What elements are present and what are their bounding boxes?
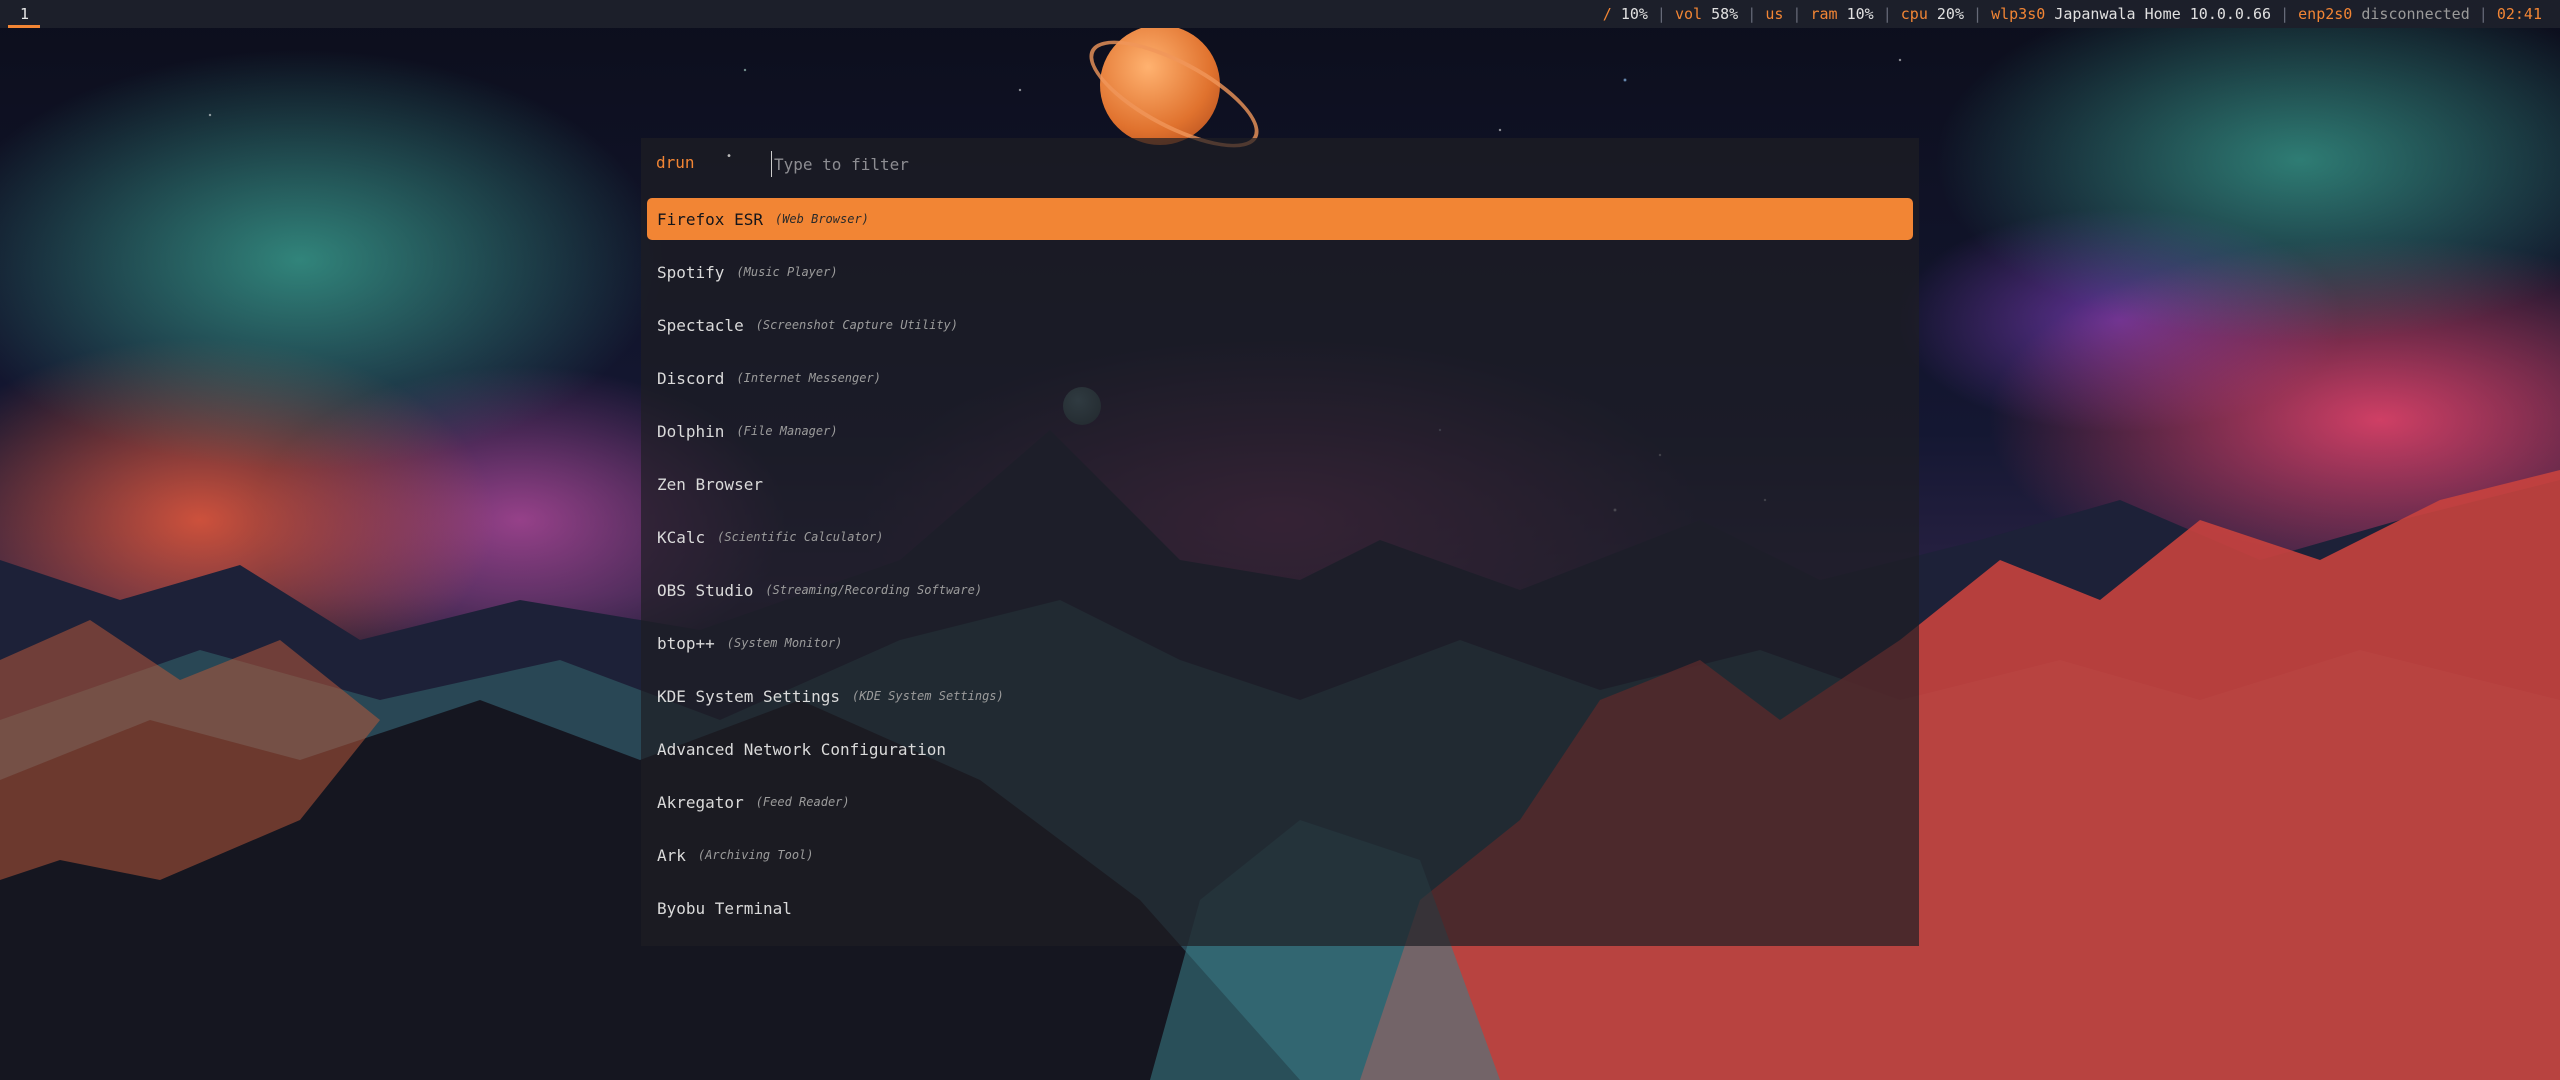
wifi-value: Japanwala Home 10.0.0.66 — [2054, 5, 2272, 23]
app-name: Dolphin — [657, 421, 725, 441]
cpu-label: cpu — [1900, 5, 1928, 23]
app-list-item[interactable]: KCalc (Scientific Calculator) — [647, 516, 1913, 558]
mode-prompt: drun — [656, 153, 695, 172]
app-name: KCalc — [657, 527, 706, 547]
app-list-item[interactable]: Zen Browser — [647, 463, 1913, 505]
top-status-bar: 1 / 10% | vol 58% | us | ram 10% | cpu 2… — [0, 0, 2560, 28]
app-list-item[interactable]: Akregator (Feed Reader) — [647, 781, 1913, 823]
app-generic-name: (System Monitor) — [726, 636, 843, 650]
app-list-item[interactable]: Byobu Terminal — [647, 887, 1913, 929]
wifi-label: wlp3s0 — [1991, 5, 2046, 23]
app-list-item[interactable]: btop++ (System Monitor) — [647, 622, 1913, 664]
app-generic-name: (Scientific Calculator) — [717, 530, 884, 544]
launcher-inputbar: drun • — [641, 138, 1919, 190]
app-list-item[interactable]: Spotify (Music Player) — [647, 251, 1913, 293]
app-name: Spotify — [657, 262, 725, 282]
app-name: Byobu Terminal — [657, 898, 792, 918]
ram-label: ram — [1810, 5, 1838, 23]
cpu-value: 20% — [1936, 5, 1964, 23]
app-generic-name: (KDE System Settings) — [852, 689, 1004, 703]
application-list: Firefox ESR (Web Browser) Spotify (Music Pl… — [647, 198, 1913, 940]
app-list-item[interactable]: OBS Studio (Streaming/Recording Software) — [647, 569, 1913, 611]
prompt-separator-icon: • — [726, 151, 733, 162]
ethernet-label: enp2s0 — [2298, 5, 2353, 23]
app-launcher: drun • Firefox ESR (Web Browser) Spotify (M… — [641, 138, 1919, 946]
clock: 02:41 — [2496, 5, 2542, 23]
volume-label: vol — [1675, 5, 1703, 23]
app-generic-name: (Streaming/Recording Software) — [765, 583, 983, 597]
disk-value: 10% — [1620, 5, 1648, 23]
app-generic-name: (Feed Reader) — [755, 795, 850, 809]
app-name: Akregator — [657, 792, 744, 812]
keyboard-layout: us — [1765, 5, 1784, 23]
app-name: KDE System Settings — [657, 686, 841, 706]
app-name: Ark — [657, 845, 686, 865]
filter-input[interactable] — [771, 151, 1276, 177]
disk-label: / — [1602, 5, 1612, 23]
app-list-item[interactable]: KDE System Settings (KDE System Settings) — [647, 675, 1913, 717]
app-name: Spectacle — [657, 315, 744, 335]
app-list-item[interactable]: Spectacle (Screenshot Capture Utility) — [647, 304, 1913, 346]
workspace-indicator[interactable]: 1 — [8, 0, 40, 28]
app-name: btop++ — [657, 633, 715, 653]
app-generic-name: (Internet Messenger) — [736, 371, 881, 385]
volume-value: 58% — [1711, 5, 1739, 23]
app-generic-name: (File Manager) — [736, 424, 838, 438]
app-list-item[interactable]: Ark (Archiving Tool) — [647, 834, 1913, 876]
app-list-item[interactable]: Dolphin (File Manager) — [647, 410, 1913, 452]
status-blocks: / 10% | vol 58% | us | ram 10% | cpu 20%… — [1603, 0, 2542, 28]
app-generic-name: (Archiving Tool) — [697, 848, 814, 862]
ram-value: 10% — [1846, 5, 1874, 23]
app-generic-name: (Web Browser) — [774, 212, 869, 226]
app-name: Zen Browser — [657, 474, 763, 494]
app-generic-name: (Screenshot Capture Utility) — [755, 318, 958, 332]
app-list-item[interactable]: Discord (Internet Messenger) — [647, 357, 1913, 399]
app-name: Firefox ESR — [657, 209, 763, 229]
app-list-item[interactable]: Firefox ESR (Web Browser) — [647, 198, 1913, 240]
app-generic-name: (Music Player) — [736, 265, 838, 279]
app-name: OBS Studio — [657, 580, 754, 600]
app-name: Discord — [657, 368, 725, 388]
app-name: Advanced Network Configuration — [657, 739, 946, 759]
app-list-item[interactable]: Advanced Network Configuration — [647, 728, 1913, 770]
ethernet-value: disconnected — [2361, 5, 2470, 23]
